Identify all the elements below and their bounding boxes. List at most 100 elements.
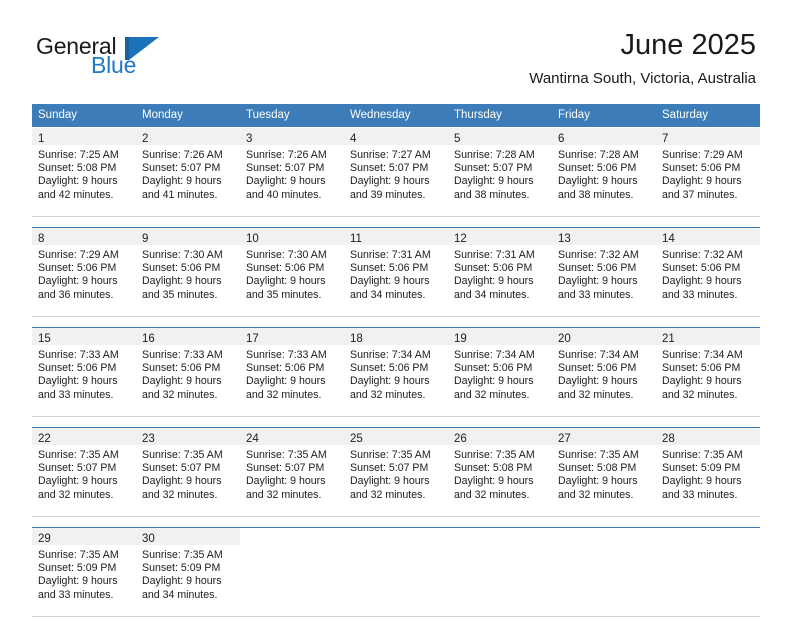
day-number: 4 (350, 133, 357, 145)
day-cell[interactable]: 9 Sunrise: 7:30 AM Sunset: 5:06 PM Dayli… (136, 228, 240, 316)
day-cell[interactable]: 23 Sunrise: 7:35 AM Sunset: 5:07 PM Dayl… (136, 428, 240, 516)
brand-logo[interactable]: General Blue (36, 33, 216, 83)
sunrise-text: Sunrise: 7:26 AM (142, 149, 223, 161)
page-title: June 2025 (620, 29, 756, 61)
day-details: Sunrise: 7:31 AM Sunset: 5:06 PM Dayligh… (448, 245, 552, 308)
day-details: Sunrise: 7:29 AM Sunset: 5:06 PM Dayligh… (32, 245, 136, 308)
day-cell[interactable]: 28 Sunrise: 7:35 AM Sunset: 5:09 PM Dayl… (656, 428, 760, 516)
sunrise-text: Sunrise: 7:33 AM (142, 349, 223, 361)
day-cell[interactable]: 11 Sunrise: 7:31 AM Sunset: 5:06 PM Dayl… (344, 228, 448, 316)
day-cell[interactable]: 2 Sunrise: 7:26 AM Sunset: 5:07 PM Dayli… (136, 128, 240, 216)
day-cell[interactable]: 18 Sunrise: 7:34 AM Sunset: 5:06 PM Dayl… (344, 328, 448, 416)
day-cell[interactable]: 6 Sunrise: 7:28 AM Sunset: 5:06 PM Dayli… (552, 128, 656, 216)
day-details: Sunrise: 7:35 AM Sunset: 5:08 PM Dayligh… (552, 445, 656, 508)
day-number-bar (656, 528, 760, 545)
sunset-text: Sunset: 5:09 PM (662, 462, 741, 475)
day-cell[interactable]: 17 Sunrise: 7:33 AM Sunset: 5:06 PM Dayl… (240, 328, 344, 416)
day-cell[interactable]: 27 Sunrise: 7:35 AM Sunset: 5:08 PM Dayl… (552, 428, 656, 516)
sunrise-text: Sunrise: 7:35 AM (454, 449, 535, 461)
sunset-text: Sunset: 5:07 PM (350, 162, 429, 175)
daylight-text-line2: and 33 minutes. (38, 588, 114, 601)
sunrise-text: Sunrise: 7:31 AM (454, 249, 535, 261)
daylight-text-line2: and 32 minutes. (142, 388, 218, 401)
day-cell[interactable]: 12 Sunrise: 7:31 AM Sunset: 5:06 PM Dayl… (448, 228, 552, 316)
day-number-bar: 2 (136, 128, 240, 145)
day-cell[interactable]: 16 Sunrise: 7:33 AM Sunset: 5:06 PM Dayl… (136, 328, 240, 416)
sunset-text: Sunset: 5:08 PM (38, 162, 117, 175)
sunrise-text: Sunrise: 7:26 AM (246, 149, 327, 161)
daylight-text-line1: Daylight: 9 hours (142, 575, 222, 588)
day-details: Sunrise: 7:28 AM Sunset: 5:06 PM Dayligh… (552, 145, 656, 208)
day-details: Sunrise: 7:35 AM Sunset: 5:09 PM Dayligh… (656, 445, 760, 508)
day-cell[interactable]: 4 Sunrise: 7:27 AM Sunset: 5:07 PM Dayli… (344, 128, 448, 216)
day-cell[interactable]: 26 Sunrise: 7:35 AM Sunset: 5:08 PM Dayl… (448, 428, 552, 516)
week-spacer (32, 517, 760, 527)
day-cell-empty (448, 528, 552, 616)
daylight-text-line2: and 32 minutes. (38, 488, 114, 501)
weekday-header-thursday: Thursday (454, 109, 502, 121)
day-number: 5 (454, 133, 461, 145)
day-details (552, 545, 656, 555)
calendar-page: General Blue June 2025 Wantirna South, V… (0, 0, 792, 617)
sunrise-text: Sunrise: 7:35 AM (350, 449, 431, 461)
sunset-text: Sunset: 5:06 PM (142, 262, 221, 275)
day-number: 24 (246, 433, 259, 445)
week-spacer (32, 317, 760, 327)
daylight-text-line2: and 32 minutes. (454, 488, 530, 501)
day-number: 18 (350, 333, 363, 345)
day-cell[interactable]: 10 Sunrise: 7:30 AM Sunset: 5:06 PM Dayl… (240, 228, 344, 316)
day-number-bar: 22 (32, 428, 136, 445)
day-cell[interactable]: 30 Sunrise: 7:35 AM Sunset: 5:09 PM Dayl… (136, 528, 240, 616)
day-number: 17 (246, 333, 259, 345)
week-row: 15 Sunrise: 7:33 AM Sunset: 5:06 PM Dayl… (32, 327, 760, 417)
daylight-text-line1: Daylight: 9 hours (454, 175, 534, 188)
sunrise-text: Sunrise: 7:34 AM (350, 349, 431, 361)
day-cell[interactable]: 13 Sunrise: 7:32 AM Sunset: 5:06 PM Dayl… (552, 228, 656, 316)
daylight-text-line2: and 32 minutes. (350, 488, 426, 501)
day-cell[interactable]: 7 Sunrise: 7:29 AM Sunset: 5:06 PM Dayli… (656, 128, 760, 216)
day-cell[interactable]: 22 Sunrise: 7:35 AM Sunset: 5:07 PM Dayl… (32, 428, 136, 516)
day-number-bar: 6 (552, 128, 656, 145)
daylight-text-line1: Daylight: 9 hours (350, 275, 430, 288)
day-cell[interactable]: 29 Sunrise: 7:35 AM Sunset: 5:09 PM Dayl… (32, 528, 136, 616)
day-cell[interactable]: 24 Sunrise: 7:35 AM Sunset: 5:07 PM Dayl… (240, 428, 344, 516)
day-cell[interactable]: 1 Sunrise: 7:25 AM Sunset: 5:08 PM Dayli… (32, 128, 136, 216)
sunset-text: Sunset: 5:07 PM (246, 462, 325, 475)
sunset-text: Sunset: 5:06 PM (350, 262, 429, 275)
day-cell[interactable]: 19 Sunrise: 7:34 AM Sunset: 5:06 PM Dayl… (448, 328, 552, 416)
day-cell[interactable]: 21 Sunrise: 7:34 AM Sunset: 5:06 PM Dayl… (656, 328, 760, 416)
daylight-text-line2: and 32 minutes. (350, 388, 426, 401)
day-cell[interactable]: 15 Sunrise: 7:33 AM Sunset: 5:06 PM Dayl… (32, 328, 136, 416)
day-cell[interactable]: 14 Sunrise: 7:32 AM Sunset: 5:06 PM Dayl… (656, 228, 760, 316)
sunset-text: Sunset: 5:08 PM (558, 462, 637, 475)
day-details: Sunrise: 7:30 AM Sunset: 5:06 PM Dayligh… (136, 245, 240, 308)
day-number: 1 (38, 133, 45, 145)
weekday-header-saturday: Saturday (662, 109, 709, 121)
day-number-bar: 24 (240, 428, 344, 445)
day-number-bar (344, 528, 448, 545)
day-number-bar: 21 (656, 328, 760, 345)
day-cell[interactable]: 20 Sunrise: 7:34 AM Sunset: 5:06 PM Dayl… (552, 328, 656, 416)
daylight-text-line2: and 35 minutes. (142, 288, 218, 301)
day-number-bar: 20 (552, 328, 656, 345)
day-cell[interactable]: 3 Sunrise: 7:26 AM Sunset: 5:07 PM Dayli… (240, 128, 344, 216)
daylight-text-line1: Daylight: 9 hours (662, 175, 742, 188)
daylight-text-line1: Daylight: 9 hours (662, 375, 742, 388)
day-details (656, 545, 760, 555)
day-cell[interactable]: 5 Sunrise: 7:28 AM Sunset: 5:07 PM Dayli… (448, 128, 552, 216)
day-number-bar: 11 (344, 228, 448, 245)
sunrise-text: Sunrise: 7:35 AM (142, 549, 223, 561)
daylight-text-line1: Daylight: 9 hours (38, 475, 118, 488)
daylight-text-line2: and 32 minutes. (142, 488, 218, 501)
day-cell[interactable]: 8 Sunrise: 7:29 AM Sunset: 5:06 PM Dayli… (32, 228, 136, 316)
day-details: Sunrise: 7:30 AM Sunset: 5:06 PM Dayligh… (240, 245, 344, 308)
day-number: 3 (246, 133, 253, 145)
day-cell[interactable]: 25 Sunrise: 7:35 AM Sunset: 5:07 PM Dayl… (344, 428, 448, 516)
week-spacer (32, 417, 760, 427)
sunset-text: Sunset: 5:06 PM (662, 362, 741, 375)
day-number-bar: 27 (552, 428, 656, 445)
daylight-text-line1: Daylight: 9 hours (246, 175, 326, 188)
sunset-text: Sunset: 5:06 PM (558, 162, 637, 175)
sunset-text: Sunset: 5:06 PM (662, 262, 741, 275)
daylight-text-line2: and 32 minutes. (558, 388, 634, 401)
